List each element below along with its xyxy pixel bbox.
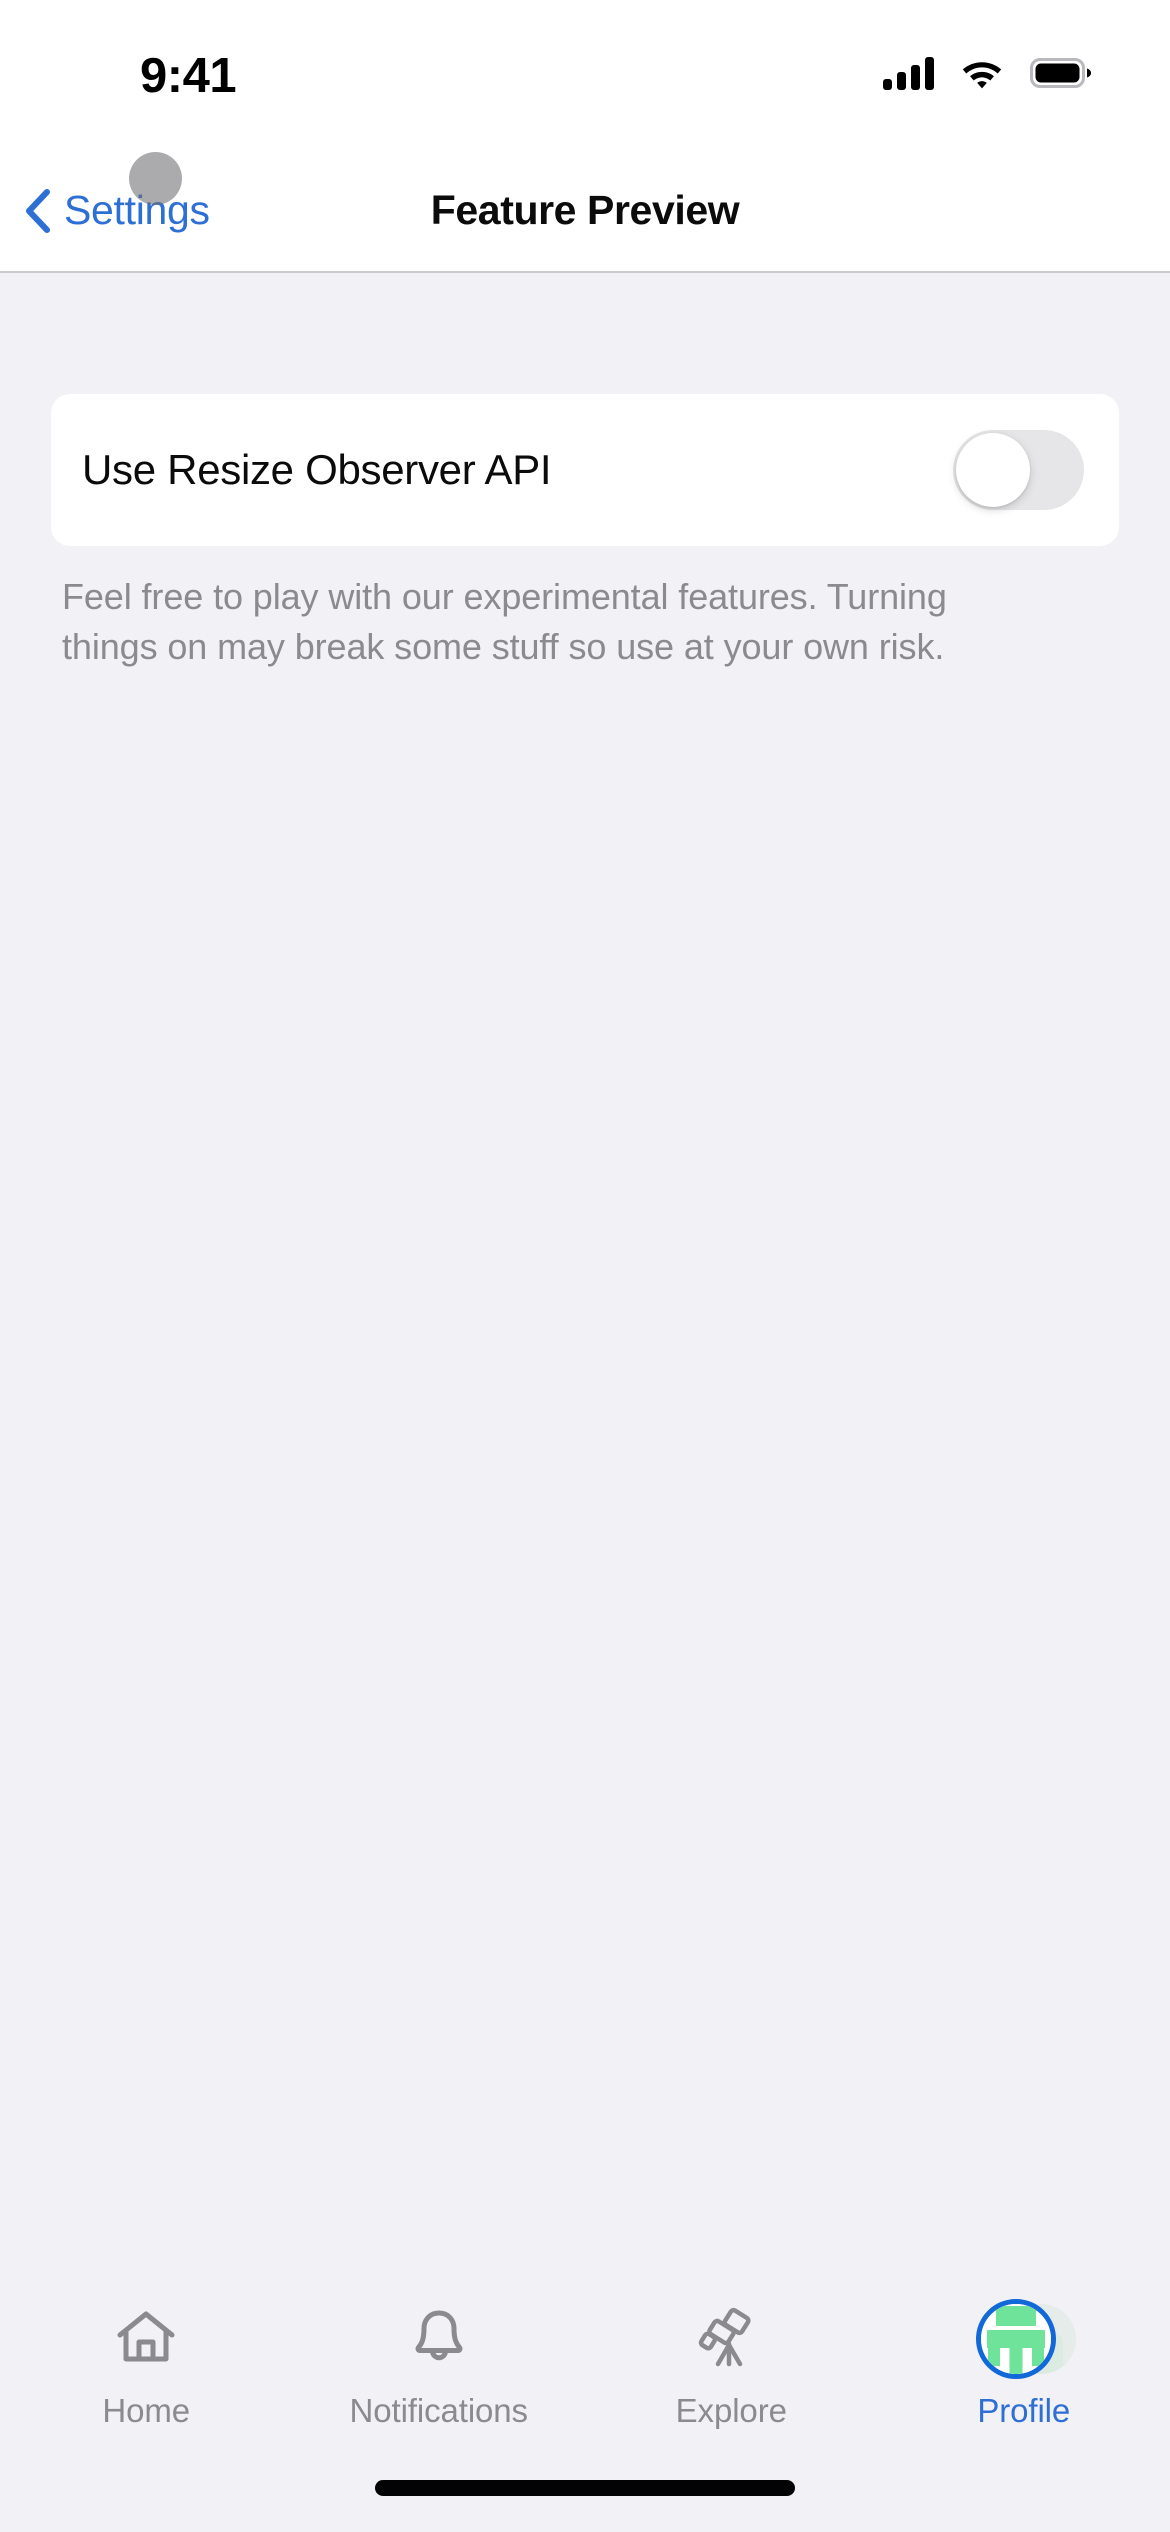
navigation-bar: Settings Feature Preview (0, 150, 1170, 273)
toggle-knob (956, 433, 1030, 507)
status-bar-icons (883, 56, 1092, 90)
bell-icon (404, 2300, 474, 2378)
avatar (975, 2299, 1056, 2379)
tab-home-label: Home (102, 2392, 191, 2429)
home-icon (111, 2300, 181, 2378)
telescope-icon (696, 2300, 766, 2378)
status-bar: 9:41 (0, 0, 1170, 150)
tab-notifications[interactable]: Notifications (293, 2300, 586, 2430)
back-button[interactable]: Settings (24, 150, 226, 271)
back-button-label: Settings (64, 187, 210, 233)
tab-home[interactable]: Home (0, 2300, 293, 2430)
profile-avatar-icon (975, 2299, 1076, 2379)
resize-observer-toggle[interactable] (953, 430, 1084, 510)
phone-screen: 9:41 Settings Feature Preview Use Resize… (0, 0, 1170, 2532)
status-bar-time: 9:41 (140, 49, 237, 103)
battery-full-icon (1030, 58, 1092, 88)
settings-footnote: Feel free to play with our experimental … (62, 576, 947, 667)
chevron-left-icon (24, 188, 50, 233)
home-indicator[interactable] (375, 2480, 795, 2496)
tab-profile[interactable]: Profile (878, 2299, 1170, 2430)
settings-row-resize-observer[interactable]: Use Resize Observer API (51, 394, 1119, 546)
wifi-icon (960, 56, 1004, 90)
tab-bar: Home Notifications Explore Profile (0, 2278, 1170, 2460)
cellular-signal-icon (883, 56, 934, 90)
settings-row-label: Use Resize Observer API (82, 446, 552, 493)
avatar-stack (975, 2299, 1076, 2379)
tab-explore[interactable]: Explore (585, 2300, 878, 2430)
tab-notifications-label: Notifications (349, 2392, 529, 2429)
home-indicator-area (0, 2460, 1170, 2532)
tab-explore-label: Explore (675, 2392, 787, 2429)
tab-profile-label: Profile (977, 2392, 1071, 2429)
settings-content: Use Resize Observer API Feel free to pla… (0, 273, 1170, 2278)
avatar-image (980, 2304, 1051, 2374)
